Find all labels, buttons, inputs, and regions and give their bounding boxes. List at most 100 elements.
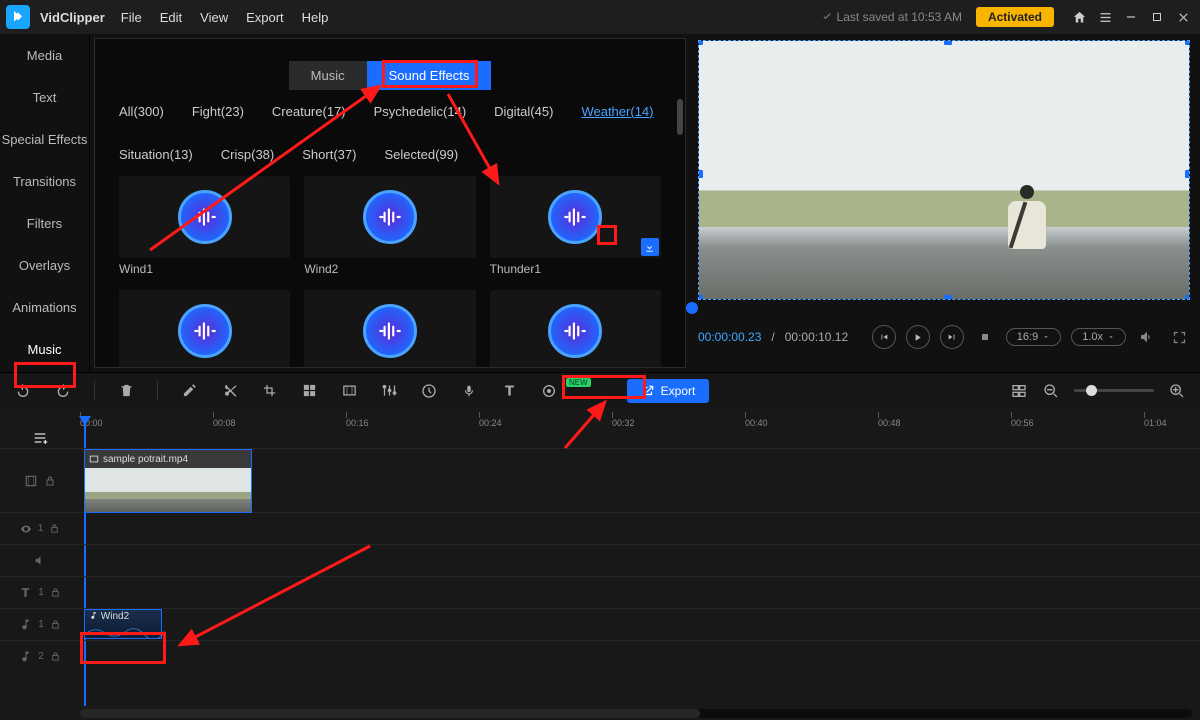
text-to-speech-icon[interactable] <box>500 382 518 400</box>
zoom-out-icon[interactable] <box>1042 382 1060 400</box>
aspect-ratio-selector[interactable]: 16:9 <box>1006 328 1061 346</box>
library-categories: All(300) Fight(23) Creature(17) Psychede… <box>95 90 685 168</box>
speed-icon[interactable] <box>420 382 438 400</box>
lock-icon[interactable] <box>50 619 61 630</box>
next-frame-icon[interactable] <box>940 325 964 349</box>
lock-icon[interactable] <box>50 587 61 598</box>
clip-label: Wind1 <box>119 262 290 276</box>
app-name: VidClipper <box>40 10 105 25</box>
clip-item[interactable] <box>304 290 475 367</box>
menu-export[interactable]: Export <box>246 10 284 25</box>
time-sep: / <box>771 330 774 344</box>
library-scrollbar[interactable] <box>677 99 683 359</box>
hamburger-icon[interactable] <box>1094 6 1116 28</box>
sidebar-item-media[interactable]: Media <box>0 34 89 76</box>
redo-icon[interactable] <box>54 382 72 400</box>
undo-icon[interactable] <box>14 382 32 400</box>
split-icon[interactable] <box>220 382 238 400</box>
track-overlay: 1 <box>0 512 1200 544</box>
delete-icon[interactable] <box>117 382 135 400</box>
volume-icon[interactable] <box>1136 326 1158 348</box>
ruler-tick: 00:24 <box>479 418 502 428</box>
mosaic-icon[interactable] <box>300 382 318 400</box>
cat-creature[interactable]: Creature(17) <box>272 104 346 119</box>
preview-seek[interactable] <box>698 300 1190 316</box>
menu-file[interactable]: File <box>121 10 142 25</box>
cat-short[interactable]: Short(37) <box>302 147 356 162</box>
time-ruler[interactable]: 00:0000:0800:1600:2400:3200:4000:4800:56… <box>80 418 1200 444</box>
cat-selected[interactable]: Selected(99) <box>384 147 458 162</box>
app-logo <box>6 5 30 29</box>
download-icon[interactable] <box>641 238 659 256</box>
cat-crisp[interactable]: Crisp(38) <box>221 147 275 162</box>
cat-situation[interactable]: Situation(13) <box>119 147 193 162</box>
fullscreen-icon[interactable] <box>1168 326 1190 348</box>
time-total: 00:00:10.12 <box>785 330 848 344</box>
crop-icon[interactable] <box>260 382 278 400</box>
export-button[interactable]: Export <box>627 379 710 403</box>
speaker-icon[interactable] <box>34 554 47 567</box>
freeze-frame-icon[interactable] <box>340 382 358 400</box>
sidebar: Media Text Special Effects Transitions F… <box>0 34 90 372</box>
clip-wind2[interactable]: Wind2 <box>304 176 475 276</box>
ai-icon[interactable] <box>540 382 558 400</box>
minimize-icon[interactable] <box>1120 6 1142 28</box>
preview-pane: 00:00:00.23 / 00:00:10.12 16:9 1.0x <box>690 34 1200 372</box>
waveform-icon <box>548 190 602 244</box>
cat-digital[interactable]: Digital(45) <box>494 104 553 119</box>
speed-selector[interactable]: 1.0x <box>1071 328 1126 346</box>
menu-edit[interactable]: Edit <box>160 10 182 25</box>
preview-viewport[interactable] <box>698 40 1190 300</box>
close-icon[interactable] <box>1172 6 1194 28</box>
menu-view[interactable]: View <box>200 10 228 25</box>
activated-badge[interactable]: Activated <box>976 7 1054 27</box>
edit-icon[interactable] <box>180 382 198 400</box>
save-status: Last saved at 10:53 AM <box>821 10 962 24</box>
zoom-in-icon[interactable] <box>1168 382 1186 400</box>
tab-sound-effects[interactable]: Sound Effects <box>367 61 492 90</box>
prev-frame-icon[interactable] <box>872 325 896 349</box>
clip-label: Wind2 <box>304 262 475 276</box>
timeline-scrollbar[interactable] <box>80 709 1192 718</box>
clip-item[interactable] <box>490 290 661 367</box>
waveform-icon <box>548 304 602 358</box>
sidebar-item-special-fx[interactable]: Special Effects <box>0 118 89 160</box>
sidebar-item-music[interactable]: Music <box>0 328 89 370</box>
eye-icon[interactable] <box>20 523 32 535</box>
clip-wind1[interactable]: Wind1 <box>119 176 290 276</box>
play-icon[interactable] <box>906 325 930 349</box>
film-icon <box>24 474 38 488</box>
cat-weather[interactable]: Weather(14) <box>581 104 653 119</box>
ruler-tick: 00:32 <box>612 418 635 428</box>
cat-psychedelic[interactable]: Psychedelic(14) <box>374 104 467 119</box>
sidebar-item-filters[interactable]: Filters <box>0 202 89 244</box>
add-track-icon[interactable] <box>30 430 52 448</box>
lock-icon[interactable] <box>44 475 56 487</box>
menu-help[interactable]: Help <box>302 10 329 25</box>
lock-icon[interactable] <box>50 651 61 662</box>
home-icon[interactable] <box>1068 6 1090 28</box>
cat-fight[interactable]: Fight(23) <box>192 104 244 119</box>
lock-icon[interactable] <box>49 523 60 534</box>
stop-icon[interactable] <box>974 326 996 348</box>
clip-item[interactable] <box>119 290 290 367</box>
timeline-audio-clip[interactable]: Wind2 <box>84 609 162 639</box>
arrange-icon[interactable] <box>1010 382 1028 400</box>
timeline-toolbar: NEW Export <box>0 372 1200 408</box>
timeline: 00:0000:0800:1600:2400:3200:4000:4800:56… <box>0 408 1200 720</box>
sidebar-item-animations[interactable]: Animations <box>0 286 89 328</box>
voice-icon[interactable] <box>460 382 478 400</box>
sidebar-item-transitions[interactable]: Transitions <box>0 160 89 202</box>
text-icon <box>19 586 32 599</box>
cat-all[interactable]: All(300) <box>119 104 164 119</box>
adjust-icon[interactable] <box>380 382 398 400</box>
sidebar-item-overlays[interactable]: Overlays <box>0 244 89 286</box>
zoom-slider[interactable] <box>1074 389 1154 392</box>
clip-thunder1[interactable]: Thunder1 <box>490 176 661 276</box>
tab-music[interactable]: Music <box>289 61 367 90</box>
sidebar-item-text[interactable]: Text <box>0 76 89 118</box>
timeline-video-clip[interactable]: sample potrait.mp4 <box>84 449 252 513</box>
save-status-text: Last saved at 10:53 AM <box>837 10 962 24</box>
title-bar: VidClipper File Edit View Export Help La… <box>0 0 1200 34</box>
maximize-icon[interactable] <box>1146 6 1168 28</box>
